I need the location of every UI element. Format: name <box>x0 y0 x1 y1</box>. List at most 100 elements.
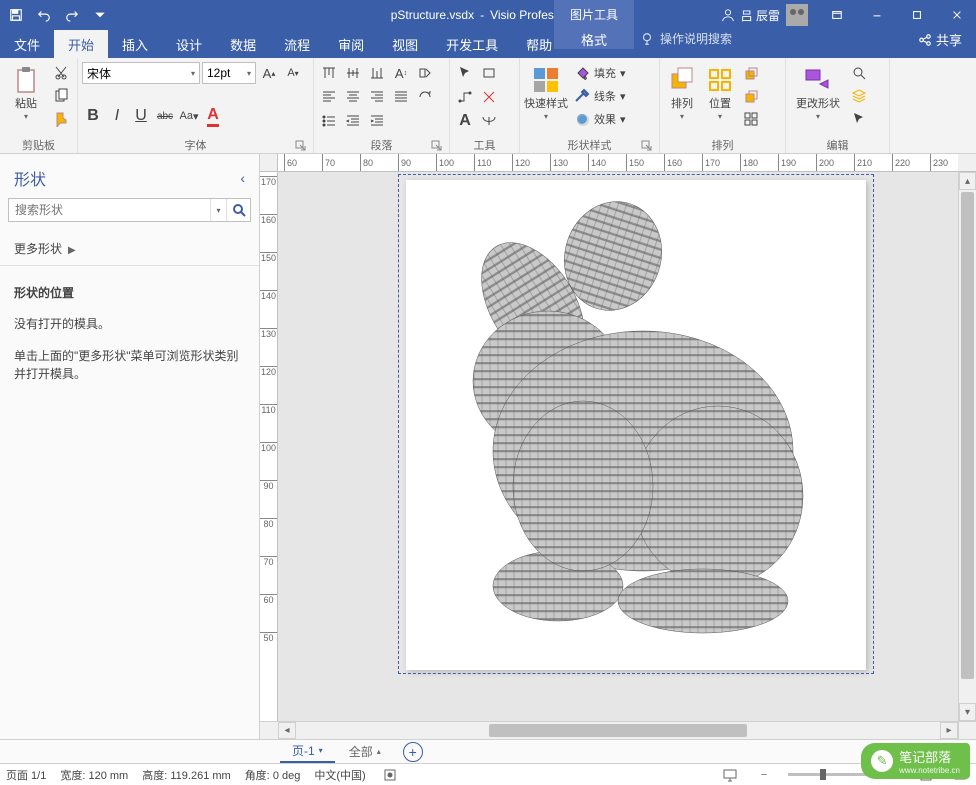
zoom-out-button[interactable]: − <box>754 766 774 784</box>
qat-dropdown[interactable] <box>88 3 112 27</box>
scroll-thumb-v[interactable] <box>961 192 974 679</box>
tab-format[interactable]: 格式 <box>554 30 634 49</box>
tell-me-search[interactable]: 操作说明搜索 <box>640 30 732 47</box>
voxel-bunny-image[interactable] <box>418 196 818 636</box>
justify-button[interactable] <box>390 86 412 108</box>
fit-page-button[interactable] <box>916 766 936 784</box>
rectangle-tool-button[interactable] <box>478 62 500 84</box>
tab-home[interactable]: 开始 <box>54 30 108 58</box>
tab-file[interactable]: 文件 <box>0 30 54 58</box>
font-family-combo[interactable]: 宋体▾ <box>82 62 200 84</box>
tab-review[interactable]: 审阅 <box>324 30 378 58</box>
orientation-button[interactable] <box>414 62 436 84</box>
dialog-launcher-icon[interactable] <box>431 140 443 152</box>
horizontal-scrollbar[interactable]: ◂ ▸ <box>278 721 958 739</box>
vertical-scrollbar[interactable]: ▴ ▾ <box>958 172 976 721</box>
tab-insert[interactable]: 插入 <box>108 30 162 58</box>
tab-data[interactable]: 数据 <box>216 30 270 58</box>
align-center-button[interactable] <box>342 86 364 108</box>
text-direction-button[interactable]: A↕ <box>390 62 412 84</box>
align-middle-button[interactable] <box>342 62 364 84</box>
zoom-handle[interactable] <box>820 769 826 780</box>
select-button[interactable] <box>848 108 870 130</box>
align-right-button[interactable] <box>366 86 388 108</box>
full-screen-button[interactable] <box>950 766 970 784</box>
macro-recording-button[interactable] <box>380 766 400 784</box>
dialog-launcher-icon[interactable] <box>641 140 653 152</box>
search-button[interactable] <box>226 199 250 221</box>
new-page-button[interactable]: + <box>403 742 423 762</box>
search-dropdown[interactable]: ▾ <box>210 199 226 221</box>
cut-button[interactable] <box>50 62 72 84</box>
zoom-in-button[interactable]: + <box>882 766 902 784</box>
scroll-down-button[interactable]: ▾ <box>959 703 976 721</box>
collapse-pane-button[interactable]: ‹ <box>240 170 245 186</box>
save-button[interactable] <box>4 3 28 27</box>
horizontal-ruler[interactable]: 6070809010011012013014015016017018019020… <box>278 154 958 172</box>
align-top-button[interactable] <box>318 62 340 84</box>
presentation-mode-button[interactable] <box>720 766 740 784</box>
status-language[interactable]: 中文(中国) <box>314 767 365 783</box>
pointer-tool-button[interactable] <box>454 62 476 84</box>
quick-styles-button[interactable]: 快速样式 ▾ <box>524 60 568 121</box>
paste-button[interactable]: 粘贴 ▾ <box>4 60 48 121</box>
fill-button[interactable]: 填充 ▾ <box>570 62 630 84</box>
decrease-font-button[interactable]: A▾ <box>282 62 304 84</box>
vertical-ruler[interactable]: 1701601501401301201101009080706050 <box>260 172 278 721</box>
status-page[interactable]: 页面 1/1 <box>6 767 46 783</box>
font-size-combo[interactable]: 12pt▾ <box>202 62 256 84</box>
position-button[interactable]: 位置▾ <box>702 60 738 121</box>
italic-button[interactable]: I <box>106 105 128 127</box>
tab-view[interactable]: 视图 <box>378 30 432 58</box>
ellipse-tool-button[interactable] <box>478 110 500 132</box>
shapes-search-input[interactable] <box>9 199 210 221</box>
tab-process[interactable]: 流程 <box>270 30 324 58</box>
share-button[interactable]: 共享 <box>918 30 962 49</box>
ribbon-display-options[interactable] <box>818 0 856 30</box>
close-button[interactable] <box>938 0 976 30</box>
more-shapes-menu[interactable]: 更多形状▶ <box>0 232 259 266</box>
find-button[interactable] <box>848 62 870 84</box>
delete-connector-button[interactable] <box>478 86 500 108</box>
maximize-button[interactable] <box>898 0 936 30</box>
tab-design[interactable]: 设计 <box>162 30 216 58</box>
format-painter-button[interactable] <box>50 108 72 130</box>
user-account[interactable]: 吕 辰雷 <box>721 4 808 26</box>
scroll-left-button[interactable]: ◂ <box>278 722 296 739</box>
redo-button[interactable] <box>60 3 84 27</box>
scroll-thumb-h[interactable] <box>489 724 747 737</box>
bullets-button[interactable] <box>318 110 340 132</box>
decrease-indent-button[interactable] <box>342 110 364 132</box>
increase-indent-button[interactable] <box>366 110 388 132</box>
scroll-up-button[interactable]: ▴ <box>959 172 976 190</box>
bring-forward-button[interactable] <box>740 62 762 84</box>
scope-dropdown[interactable]: 全部 ▴ <box>339 741 391 762</box>
underline-button[interactable]: U <box>130 105 152 127</box>
align-bottom-button[interactable] <box>366 62 388 84</box>
effects-button[interactable]: 效果 ▾ <box>570 108 630 130</box>
dialog-launcher-icon[interactable] <box>295 140 307 152</box>
layers-button[interactable] <box>848 85 870 107</box>
arrange-button[interactable]: 排列▾ <box>664 60 700 121</box>
font-color-button[interactable]: A <box>202 105 224 127</box>
rotate-text-button[interactable] <box>414 86 436 108</box>
change-case-button[interactable]: Aa▾ <box>178 105 200 127</box>
text-tool-button[interactable]: A <box>454 110 476 132</box>
strikethrough-button[interactable]: abc <box>154 105 176 127</box>
line-button[interactable]: 线条 ▾ <box>570 85 630 107</box>
align-left-button[interactable] <box>318 86 340 108</box>
page-tab-1[interactable]: 页-1 ▾ <box>280 740 335 763</box>
minimize-button[interactable] <box>858 0 896 30</box>
zoom-slider[interactable] <box>788 773 868 776</box>
bold-button[interactable]: B <box>82 105 104 127</box>
change-shape-button[interactable]: 更改形状▾ <box>790 60 846 121</box>
send-backward-button[interactable] <box>740 85 762 107</box>
increase-font-button[interactable]: A▴ <box>258 62 280 84</box>
undo-button[interactable] <box>32 3 56 27</box>
scroll-right-button[interactable]: ▸ <box>940 722 958 739</box>
group-button[interactable] <box>740 108 762 130</box>
connector-tool-button[interactable] <box>454 86 476 108</box>
tab-developer[interactable]: 开发工具 <box>432 30 512 58</box>
drawing-canvas[interactable] <box>278 172 958 721</box>
copy-button[interactable] <box>50 85 72 107</box>
